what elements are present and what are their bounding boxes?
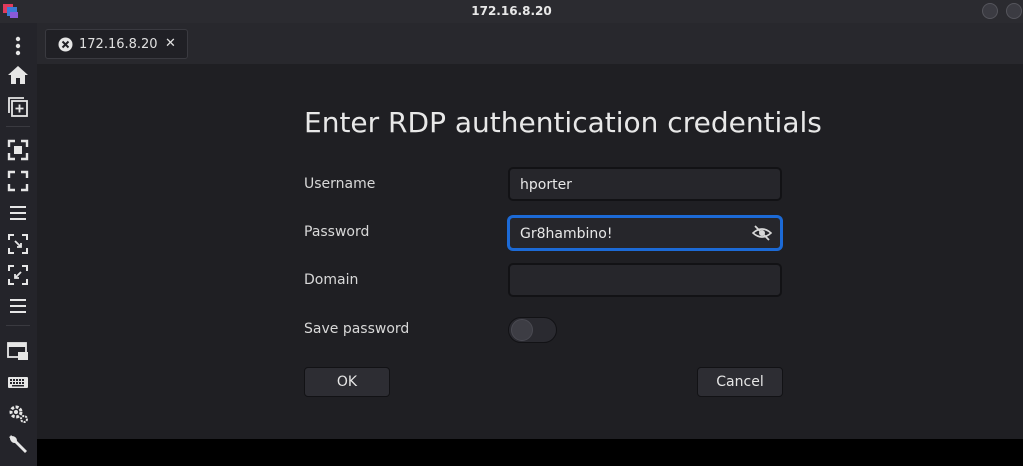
save-password-toggle[interactable] (508, 317, 557, 343)
bottom-bar (37, 439, 1023, 466)
dynamic-resolution-icon[interactable] (6, 263, 30, 287)
username-input[interactable] (520, 176, 745, 194)
reveal-password-icon[interactable] (752, 224, 772, 242)
username-field[interactable] (508, 167, 782, 201)
multi-monitor-icon[interactable] (6, 339, 30, 363)
dialog-title: Enter RDP authentication credentials (304, 106, 822, 139)
home-icon[interactable] (6, 63, 30, 87)
minimize-button[interactable] (982, 3, 998, 19)
close-tab-icon[interactable]: ✕ (165, 36, 176, 51)
domain-field[interactable] (508, 263, 782, 297)
username-label: Username (304, 176, 376, 192)
cancel-button[interactable]: Cancel (697, 367, 783, 397)
menu-icon[interactable] (6, 34, 30, 58)
keyboard-icon[interactable] (6, 370, 30, 394)
tab-connection[interactable]: 172.16.8.20 ✕ (45, 29, 188, 59)
password-field[interactable] (508, 216, 782, 250)
list-icon[interactable] (6, 201, 30, 225)
domain-label: Domain (304, 272, 359, 288)
fit-window-icon[interactable] (6, 138, 30, 162)
connection-icon (58, 37, 73, 52)
password-input[interactable] (520, 225, 745, 243)
domain-input[interactable] (520, 272, 745, 290)
separator (6, 325, 30, 326)
close-window-button[interactable] (1006, 3, 1022, 19)
toggle-knob (511, 319, 533, 341)
sidebar-toolbar (0, 23, 38, 466)
tools-icon[interactable] (6, 432, 30, 456)
scale-icon[interactable] (6, 232, 30, 256)
title-bar: 172.16.8.20 (0, 0, 1023, 23)
fullscreen-icon[interactable] (6, 169, 30, 193)
password-label: Password (304, 224, 370, 240)
ok-button[interactable]: OK (304, 367, 390, 397)
tab-label: 172.16.8.20 (79, 37, 158, 52)
window-title: 172.16.8.20 (471, 4, 552, 18)
settings-icon[interactable] (6, 401, 30, 425)
list-icon[interactable] (6, 294, 30, 318)
tab-bar: 172.16.8.20 ✕ (37, 23, 1023, 64)
new-window-icon[interactable] (6, 95, 30, 119)
separator (6, 126, 30, 127)
save-password-label: Save password (304, 321, 410, 337)
